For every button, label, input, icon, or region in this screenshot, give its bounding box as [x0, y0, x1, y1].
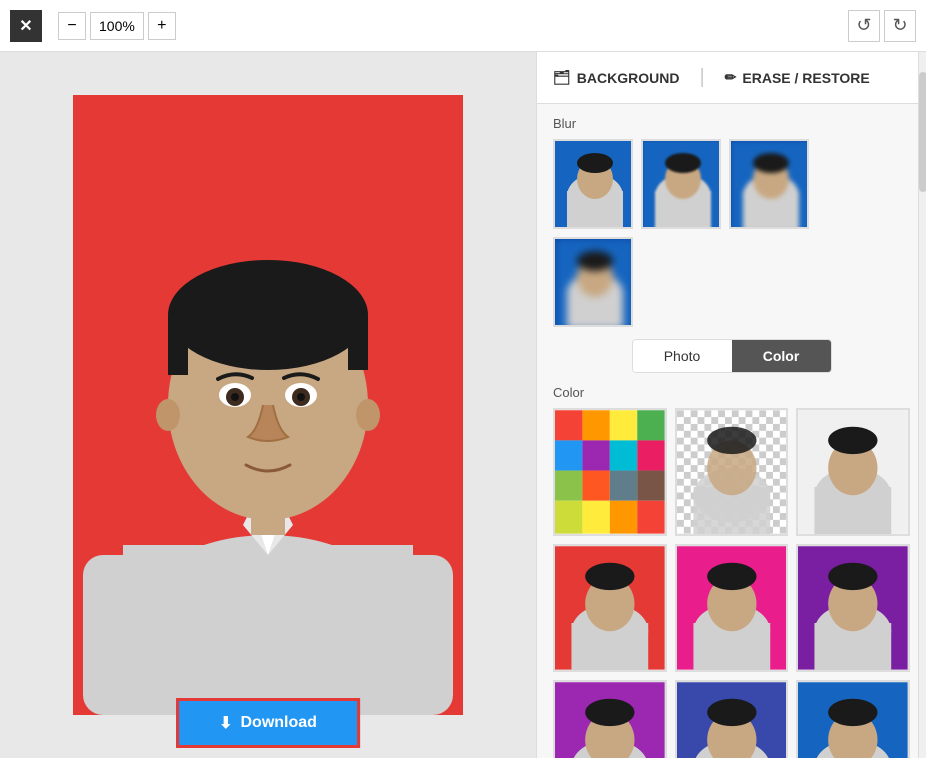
- scrollbar-track[interactable]: [918, 52, 926, 758]
- blur-thumb-1[interactable]: [641, 139, 721, 229]
- main-content: ⬇ Download 🗂 BACKGROUND | ✏ ERASE / REST…: [0, 52, 926, 758]
- scrollbar-thumb[interactable]: [919, 72, 926, 192]
- close-button[interactable]: ✕: [10, 10, 42, 42]
- right-content: Blur: [537, 104, 926, 758]
- undo-button[interactable]: ↺: [848, 10, 880, 42]
- toggle-photo-button[interactable]: Photo: [633, 340, 732, 372]
- tab-background[interactable]: 🗂 BACKGROUND: [553, 65, 679, 90]
- eraser-icon: ✏: [725, 69, 737, 86]
- person-image: [73, 95, 463, 715]
- zoom-value-display: 100%: [90, 12, 144, 40]
- download-button[interactable]: ⬇ Download: [176, 698, 360, 748]
- zoom-out-button[interactable]: −: [58, 12, 86, 40]
- tab-erase-label: ERASE / RESTORE: [742, 70, 869, 86]
- blur-thumb-2[interactable]: [729, 139, 809, 229]
- color-thumb-dark-purple[interactable]: [796, 544, 910, 672]
- blur-section-label: Blur: [553, 116, 910, 131]
- color-thumb-pink[interactable]: [675, 544, 789, 672]
- tab-separator: |: [699, 66, 704, 89]
- download-icon: ⬇: [219, 713, 232, 733]
- download-area: ⬇ Download: [176, 698, 360, 748]
- zoom-in-button[interactable]: +: [148, 12, 176, 40]
- blur-thumbnails-row: [553, 139, 910, 229]
- color-thumb-purple[interactable]: [553, 680, 667, 758]
- photo-color-toggle: Photo Color: [632, 339, 832, 373]
- blur-thumb-0[interactable]: [553, 139, 633, 229]
- zoom-controls: − 100% +: [58, 12, 176, 40]
- toggle-color-button[interactable]: Color: [732, 340, 831, 372]
- download-label: Download: [240, 714, 316, 732]
- color-thumb-indigo[interactable]: [675, 680, 789, 758]
- right-panel: 🗂 BACKGROUND | ✏ ERASE / RESTORE Blur: [536, 52, 926, 758]
- color-thumb-transparent[interactable]: [675, 408, 789, 536]
- toolbar: ✕ − 100% + ↺ ↻: [0, 0, 926, 52]
- history-controls: ↺ ↻: [848, 10, 916, 42]
- photo-container: [73, 95, 463, 715]
- photo-canvas: [73, 95, 463, 715]
- color-thumbs-grid: [553, 408, 910, 758]
- right-tabs: 🗂 BACKGROUND | ✏ ERASE / RESTORE: [537, 52, 926, 104]
- tab-erase[interactable]: ✏ ERASE / RESTORE: [725, 65, 870, 90]
- color-thumb-palette[interactable]: [553, 408, 667, 536]
- layers-icon: 🗂: [553, 69, 571, 86]
- color-section-label: Color: [553, 385, 910, 400]
- blur-thumbnails-row-2: [553, 237, 910, 327]
- canvas-panel: ⬇ Download: [0, 52, 536, 758]
- redo-button[interactable]: ↻: [884, 10, 916, 42]
- color-thumb-blue[interactable]: [796, 680, 910, 758]
- color-thumb-red[interactable]: [553, 544, 667, 672]
- tab-background-label: BACKGROUND: [577, 70, 680, 86]
- blur-thumb-3[interactable]: [553, 237, 633, 327]
- color-thumb-white[interactable]: [796, 408, 910, 536]
